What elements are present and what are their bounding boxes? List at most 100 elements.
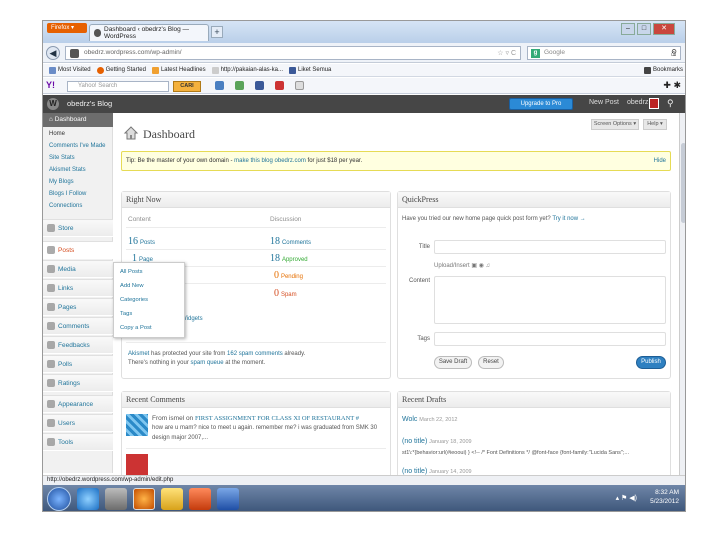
tip-link-make-blog[interactable]: make this blog bbox=[234, 158, 273, 164]
clock[interactable]: 8:32 AM 5/23/2012 bbox=[650, 488, 679, 506]
word-icon[interactable] bbox=[217, 488, 239, 510]
maximize-button[interactable]: □ bbox=[637, 23, 651, 35]
try-it-link[interactable]: Try it now → bbox=[552, 216, 585, 222]
bookmark-most-visited[interactable]: Most Visited bbox=[49, 66, 91, 74]
search-icon[interactable]: ⚲ bbox=[667, 98, 674, 109]
firefox-icon[interactable] bbox=[133, 488, 155, 510]
sidebar-item-feedbacks[interactable]: Feedbacks bbox=[43, 336, 113, 354]
settings-icon[interactable]: ✚ ✱ bbox=[663, 80, 681, 91]
flyout-tags[interactable]: Tags bbox=[120, 311, 132, 317]
folder-icon[interactable] bbox=[161, 488, 183, 510]
blog-name-link[interactable]: obedrz's Blog bbox=[67, 99, 112, 108]
start-button[interactable] bbox=[47, 487, 71, 511]
bookmarks-menu[interactable]: Bookmarks bbox=[643, 66, 683, 74]
sidebar-item-media[interactable]: Media bbox=[43, 260, 113, 278]
minimize-button[interactable]: – bbox=[621, 23, 635, 35]
widget-title[interactable]: QuickPress bbox=[398, 192, 670, 208]
tip-link-domain[interactable]: obedrz.com bbox=[275, 158, 306, 164]
draft-title-link[interactable]: Wolc bbox=[402, 416, 417, 423]
close-button[interactable]: ✕ bbox=[653, 23, 675, 35]
tab-dashboard[interactable]: Dashboard ‹ obedrz's Blog — WordPress bbox=[89, 24, 209, 41]
draft-title-link[interactable]: (no title) bbox=[402, 468, 427, 475]
hide-tip-link[interactable]: Hide bbox=[654, 152, 666, 170]
reset-button[interactable]: Reset bbox=[478, 356, 504, 369]
image-icon[interactable]: ▣ bbox=[471, 263, 477, 269]
flyout-copy-post[interactable]: Copy a Post bbox=[120, 325, 152, 331]
sidebar-subitem-site-stats[interactable]: Site Stats bbox=[49, 155, 75, 161]
sidebar-item-users[interactable]: Users bbox=[43, 414, 113, 432]
bookmark-star-icon[interactable]: ☆ ▿ C bbox=[497, 48, 516, 60]
news-icon[interactable] bbox=[235, 81, 244, 90]
draft-title-link[interactable]: (no title) bbox=[402, 438, 427, 445]
sidebar-subitem-home[interactable]: Home bbox=[49, 131, 65, 137]
widget-title[interactable]: Recent Comments bbox=[122, 392, 390, 408]
save-draft-button[interactable]: Save Draft bbox=[434, 356, 472, 369]
bookmark-pakaian[interactable]: http://pakaian-alas-ka... bbox=[211, 66, 283, 74]
help-button[interactable]: Help ▾ bbox=[643, 119, 667, 130]
flyout-all-posts[interactable]: All Posts bbox=[120, 269, 143, 275]
sidebar-item-ratings[interactable]: Ratings bbox=[43, 374, 113, 392]
mail-icon[interactable] bbox=[215, 81, 224, 90]
spam-queue-link[interactable]: spam queue bbox=[191, 360, 224, 366]
bookmark-getting-started[interactable]: Getting Started bbox=[96, 66, 146, 74]
yahoo-search-button[interactable]: CARI bbox=[173, 81, 201, 92]
approved-count-row[interactable]: 18 Approved bbox=[270, 253, 308, 264]
sidebar-item-tools[interactable]: Tools bbox=[43, 433, 113, 451]
sidebar-item-comments[interactable]: Comments bbox=[43, 317, 113, 335]
widget-title[interactable]: Right Now bbox=[122, 192, 390, 208]
video-icon[interactable]: ◉ bbox=[479, 263, 484, 269]
bookmark-latest-headlines[interactable]: Latest Headlines bbox=[151, 66, 206, 74]
back-arrow-icon[interactable]: ◀ bbox=[46, 46, 60, 60]
publish-button[interactable]: Publish bbox=[636, 356, 666, 369]
yahoo-search-input[interactable]: Yahoo! Search bbox=[67, 81, 169, 92]
pending-count-row[interactable]: 0 Pending bbox=[274, 270, 303, 281]
system-tray-icons[interactable]: ▴ ⚑ ◀) bbox=[616, 494, 637, 502]
sidebar-subitem-my-blogs[interactable]: My Blogs bbox=[49, 179, 74, 185]
sidebar-subitem-connections[interactable]: Connections bbox=[49, 203, 82, 209]
sidebar-item-posts[interactable]: Posts bbox=[43, 241, 113, 259]
sidebar-item-appearance[interactable]: Appearance bbox=[43, 395, 113, 413]
flickr-icon[interactable] bbox=[275, 81, 284, 90]
scrollbar-thumb[interactable] bbox=[681, 143, 685, 223]
new-tab-button[interactable]: + bbox=[211, 26, 223, 38]
page-icon[interactable] bbox=[295, 81, 304, 90]
screen-options-button[interactable]: Screen Options ▾ bbox=[591, 119, 639, 130]
sidebar-item-store[interactable]: Store bbox=[43, 219, 113, 237]
sidebar-subitem-comments-made[interactable]: Comments I've Made bbox=[49, 143, 106, 149]
new-post-link[interactable]: New Post bbox=[589, 99, 619, 106]
firefox-menu-button[interactable]: Firefox ▾ bbox=[47, 23, 87, 33]
avatar[interactable] bbox=[649, 98, 659, 109]
title-input[interactable] bbox=[434, 240, 666, 254]
widget-title[interactable]: Recent Drafts bbox=[398, 392, 670, 408]
sidebar-subitem-akismet-stats[interactable]: Akismet Stats bbox=[49, 167, 86, 173]
akismet-link[interactable]: Akismet bbox=[128, 351, 149, 357]
flyout-add-new[interactable]: Add New bbox=[120, 283, 144, 289]
username-link[interactable]: obedrz bbox=[627, 99, 648, 106]
wordpress-logo-icon[interactable]: W bbox=[47, 98, 59, 110]
media-player-icon[interactable] bbox=[105, 488, 127, 510]
search-input[interactable]: g Google ⚲ bbox=[527, 46, 681, 60]
bookmark-liket-semua[interactable]: Liket Semua bbox=[289, 66, 331, 74]
tags-input[interactable] bbox=[434, 332, 666, 346]
powerpoint-icon[interactable] bbox=[189, 488, 211, 510]
sidebar-item-links[interactable]: Links bbox=[43, 279, 113, 297]
vertical-scrollbar[interactable] bbox=[679, 113, 685, 475]
upgrade-button[interactable]: Upgrade to Pro bbox=[509, 98, 573, 110]
spam-comments-link[interactable]: 162 spam comments bbox=[227, 351, 283, 357]
comments-count-row[interactable]: 18 Comments bbox=[270, 236, 311, 247]
address-bar[interactable]: obedrz.wordpress.com/wp-admin/ ☆ ▿ C bbox=[65, 46, 521, 60]
yahoo-logo-icon[interactable]: Y! bbox=[46, 80, 55, 90]
audio-icon[interactable]: ♫ bbox=[486, 263, 491, 269]
content-textarea[interactable] bbox=[434, 276, 666, 324]
posts-count-row[interactable]: 16 Posts bbox=[128, 236, 155, 247]
flyout-categories[interactable]: Categories bbox=[120, 297, 148, 303]
spam-count-row[interactable]: 0 Spam bbox=[274, 288, 297, 299]
sidebar-item-pages[interactable]: Pages bbox=[43, 298, 113, 316]
sidebar-item-dashboard[interactable]: ⌂ Dashboard bbox=[43, 113, 113, 127]
sidebar-subitem-blogs-follow[interactable]: Blogs I Follow bbox=[49, 191, 86, 197]
internet-explorer-icon[interactable] bbox=[77, 488, 99, 510]
home-icon[interactable]: ⌂ bbox=[671, 48, 676, 58]
comment-post-link[interactable]: FIRST ASSIGNMENT FOR CLASS XI OF RESTAUR… bbox=[195, 415, 359, 422]
sidebar-item-polls[interactable]: Polls bbox=[43, 355, 113, 373]
facebook-icon[interactable] bbox=[255, 81, 264, 90]
